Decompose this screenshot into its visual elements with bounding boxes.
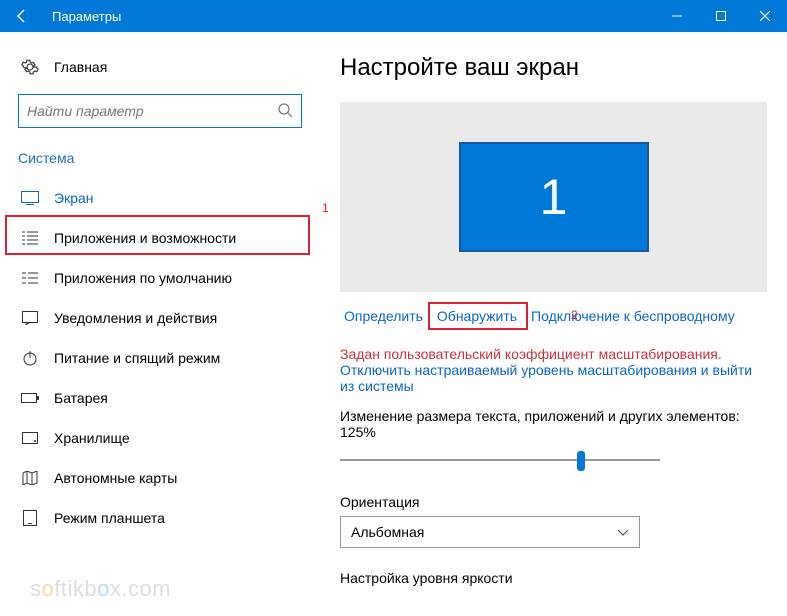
annotation-mark-2: 2: [571, 308, 578, 322]
orientation-dropdown[interactable]: Альбомная: [340, 516, 640, 548]
orientation-value: Альбомная: [351, 524, 424, 540]
minimize-button[interactable]: [655, 0, 699, 32]
monitor-preview-area[interactable]: 1: [340, 102, 767, 292]
gear-icon: [20, 58, 40, 76]
orientation-label: Ориентация: [340, 494, 767, 510]
sidebar-item-label: Приложения по умолчанию: [54, 270, 232, 286]
monitor-action-links: Определить Обнаружить Подключение к бесп…: [340, 306, 767, 326]
scale-slider[interactable]: [340, 446, 660, 474]
sidebar-item-tablet[interactable]: Режим планшета: [0, 498, 320, 538]
battery-icon: [20, 393, 40, 403]
window-controls: [655, 0, 787, 32]
slider-track: [340, 459, 660, 461]
annotation-mark-1: 1: [322, 201, 329, 215]
scaling-note: Задан пользовательский коэффициент масшт…: [340, 346, 767, 394]
home-label: Главная: [54, 59, 107, 75]
tablet-icon: [20, 510, 40, 526]
sidebar-item-label: Хранилище: [54, 430, 130, 446]
slider-thumb[interactable]: [577, 451, 585, 471]
monitor-1[interactable]: 1: [459, 142, 649, 252]
brightness-label: Настройка уровня яркости: [340, 570, 767, 586]
window-title: Параметры: [44, 9, 655, 24]
section-label: Система: [0, 146, 320, 178]
search-field[interactable]: [27, 103, 277, 119]
sidebar-item-label: Уведомления и действия: [54, 310, 217, 326]
main-panel: Настройте ваш экран 1 Определить Обнаруж…: [320, 32, 787, 616]
sidebar-item-default-apps[interactable]: Приложения по умолчанию: [0, 258, 320, 298]
sidebar-item-label: Экран: [54, 190, 94, 206]
sidebar-item-notifications[interactable]: Уведомления и действия: [0, 298, 320, 338]
display-icon: [20, 191, 40, 205]
sidebar-item-label: Батарея: [54, 390, 108, 406]
scale-label: Изменение размера текста, приложений и д…: [340, 408, 767, 440]
sidebar-item-label: Питание и спящий режим: [54, 350, 220, 366]
maps-icon: [20, 471, 40, 485]
monitor-number: 1: [540, 168, 568, 226]
storage-icon: [20, 432, 40, 444]
sidebar-item-storage[interactable]: Хранилище: [0, 418, 320, 458]
scaling-warning-text: Задан пользовательский коэффициент масшт…: [340, 346, 722, 362]
chevron-down-icon: [617, 524, 629, 540]
sidebar-item-label: Режим планшета: [54, 510, 165, 526]
maximize-button[interactable]: [699, 0, 743, 32]
annotation-box-2: [428, 302, 528, 330]
sidebar-item-power[interactable]: Питание и спящий режим: [0, 338, 320, 378]
power-icon: [20, 350, 40, 366]
search-input[interactable]: [18, 94, 302, 128]
annotation-box-1: [5, 215, 310, 255]
default-apps-icon: [20, 271, 40, 285]
disable-scaling-link[interactable]: Отключить настраиваемый уровень масштаби…: [340, 362, 752, 394]
wireless-link[interactable]: Подключение к беспроводному: [527, 306, 739, 326]
page-title: Настройте ваш экран: [340, 54, 767, 82]
back-button[interactable]: [0, 0, 44, 32]
sidebar-item-battery[interactable]: Батарея: [0, 378, 320, 418]
notifications-icon: [20, 311, 40, 325]
sidebar-item-maps[interactable]: Автономные карты: [0, 458, 320, 498]
identify-link[interactable]: Определить: [340, 306, 427, 326]
search-icon: [277, 102, 293, 121]
close-button[interactable]: [743, 0, 787, 32]
sidebar: Главная Система Экран Приложения и возмо…: [0, 32, 320, 616]
titlebar: Параметры: [0, 0, 787, 32]
sidebar-item-label: Автономные карты: [54, 470, 177, 486]
home-button[interactable]: Главная: [0, 50, 320, 84]
sidebar-item-display[interactable]: Экран: [0, 178, 320, 218]
